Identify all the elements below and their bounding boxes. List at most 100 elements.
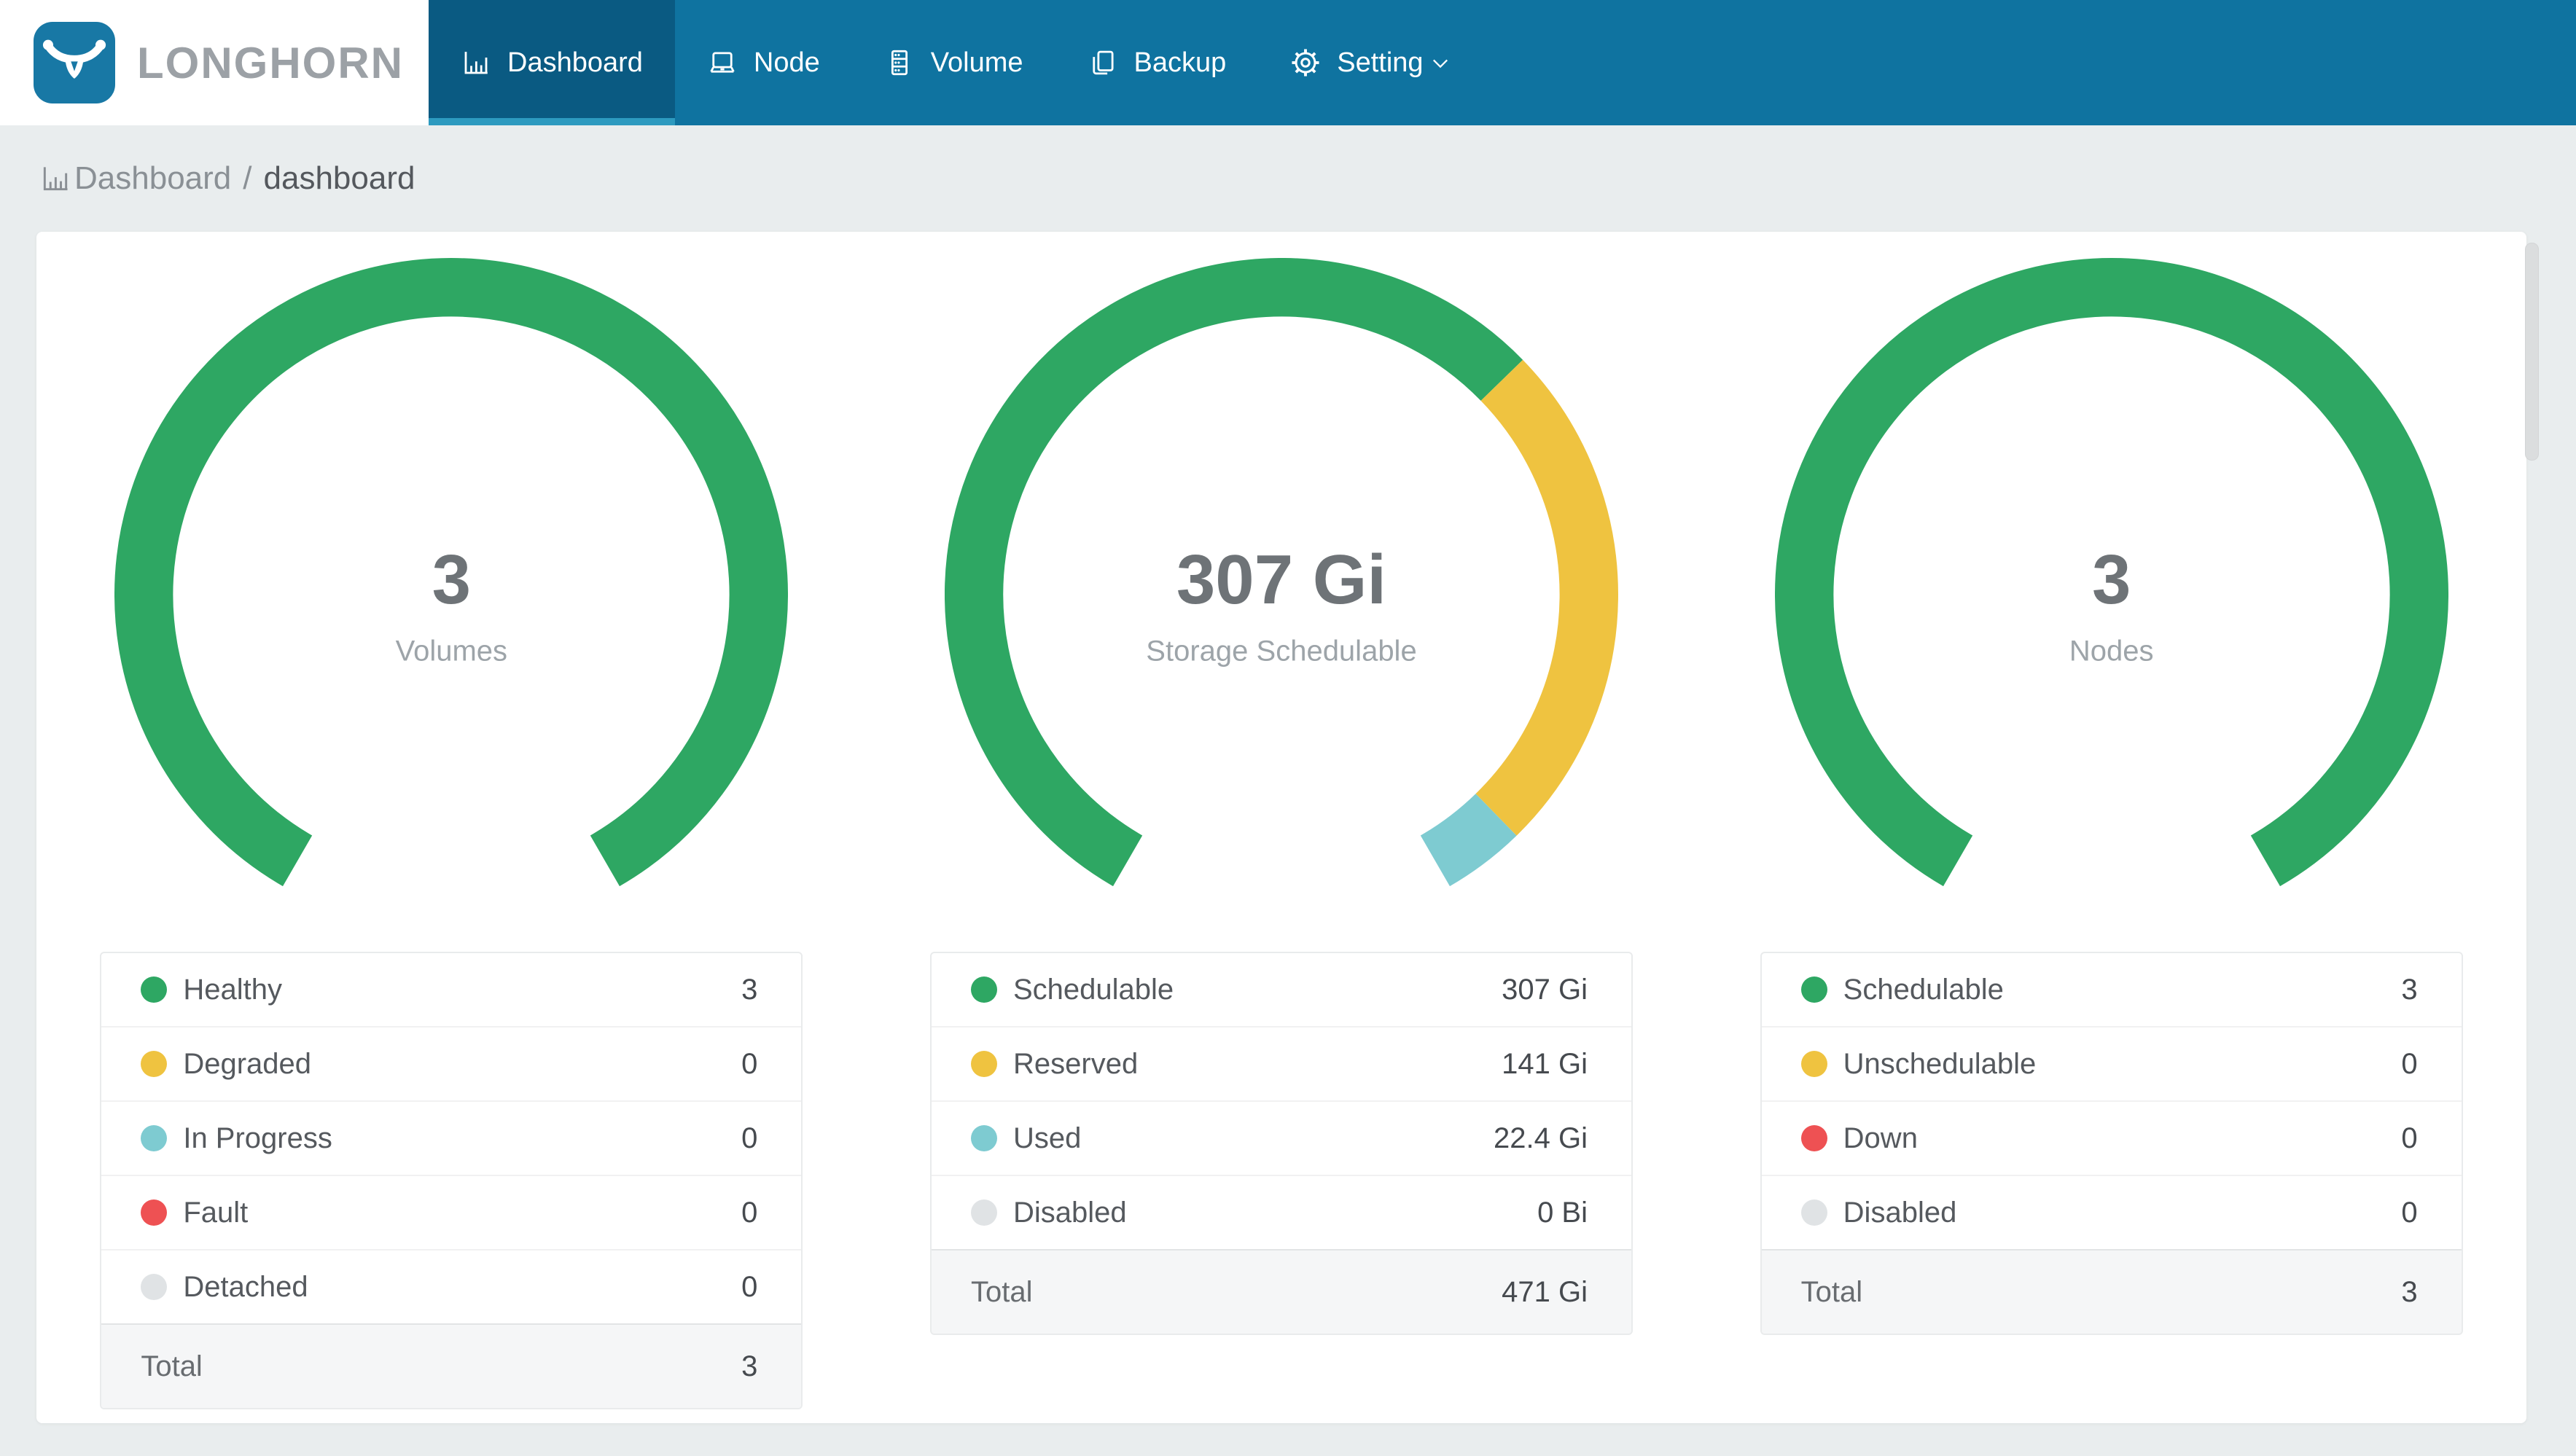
longhorn-logo[interactable]: LONGHORN [0,0,429,125]
nav-tab-backup[interactable]: Backup [1055,0,1259,125]
nav-tab-label: Dashboard [507,47,643,78]
longhorn-logo-icon [34,22,115,103]
nav-tab-setting[interactable]: Setting [1258,0,1484,125]
legend-label: Degraded [183,1047,312,1080]
legend-row: Disabled 0 [1761,1175,2462,1249]
legend-row: Used 22.4 Gi [932,1100,1631,1175]
breadcrumb-separator: / [243,160,252,196]
chevron-down-icon [1432,59,1448,69]
legend-value: 0 [2401,1047,2418,1080]
legend-dot [1800,1051,1827,1077]
donut-center-value: 3 [432,540,472,619]
gear-icon [1292,49,1319,77]
legend-value: 307 Gi [1502,973,1588,1006]
main-card: 3 Volumes Healthy 3 Degraded 0 In Progre… [36,232,2526,1423]
legend-dot [141,1051,168,1077]
donut-center-label: Nodes [2069,635,2154,668]
legend-row: Schedulable 3 [1762,953,2462,1026]
legend-row: Reserved 141 Gi [932,1026,1631,1100]
legend-value: 0 [2401,1196,2418,1229]
legend-total-row: Total 3 [1761,1249,2462,1334]
total-value: 3 [2401,1275,2418,1308]
legend-dot [1800,1125,1827,1151]
legend-table-storage: Schedulable 307 Gi Reserved 141 Gi Used … [930,952,1633,1335]
legend-value: 22.4 Gi [1494,1122,1588,1154]
legend-value: 0 [741,1270,758,1303]
legend-label: Disabled [1013,1196,1127,1229]
legend-row: Detached 0 [101,1249,802,1323]
nav-tab-label: Volume [930,47,1023,78]
legend-dot [971,1051,997,1077]
nav-tab-label: Setting [1337,47,1424,78]
server-icon [891,50,908,76]
storage-column: 307 Gi Storage Schedulable Schedulable 3… [867,232,1697,1423]
legend-row: Down 0 [1761,1100,2462,1175]
donut-chart-volumes: 3 Volumes [114,258,789,931]
total-label: Total [141,1350,203,1382]
legend-label: Healthy [183,973,282,1006]
legend-value: 0 [741,1196,758,1229]
legend-label: Unschedulable [1843,1047,2037,1080]
legend-value: 141 Gi [1502,1047,1588,1080]
legend-label: Schedulable [1013,973,1174,1006]
brand-name: LONGHORN [137,38,404,87]
breadcrumb-current: dashboard [263,160,415,196]
legend-dot [141,976,168,1003]
legend-label: Used [1013,1122,1082,1154]
legend-dot [971,976,997,1003]
main-nav: Dashboard Node Volume Backup Setting [429,0,2576,125]
donut-center-label: Volumes [395,635,508,668]
legend-dot [971,1125,997,1151]
legend-total-row: Total 471 Gi [932,1249,1631,1334]
legend-row: In Progress 0 [101,1100,802,1175]
bar-chart-icon [43,167,68,191]
legend-dot [1800,1199,1827,1226]
breadcrumb-root[interactable]: Dashboard [74,160,231,197]
legend-total-row: Total 3 [101,1323,802,1408]
donut-chart-nodes: 3 Nodes [1774,258,2448,931]
nodes-column: 3 Nodes Schedulable 3 Unschedulable 0 Do… [1696,232,2526,1423]
total-value: 3 [741,1350,758,1382]
legend-value: 3 [2401,973,2418,1006]
legend-dot [141,1125,168,1151]
laptop-icon [710,52,735,73]
legend-table-nodes: Schedulable 3 Unschedulable 0 Down 0 Dis… [1760,952,2463,1335]
nav-tab-node[interactable]: Node [675,0,852,125]
nav-tab-label: Backup [1133,47,1227,78]
legend-label: Disabled [1843,1196,1957,1229]
donut-center-label: Storage Schedulable [1146,635,1417,668]
legend-dot [1800,976,1827,1003]
top-nav-bar: LONGHORN Dashboard Node Volume Backup Se… [0,0,2576,125]
donut-center-value: 3 [2091,540,2131,619]
legend-value: 0 [2401,1122,2418,1154]
total-label: Total [1800,1275,1863,1308]
donut-chart-storage: 307 Gi Storage Schedulable [945,258,1618,931]
legend-value: 0 [741,1047,758,1080]
legend-label: In Progress [183,1122,332,1154]
nav-tab-volume[interactable]: Volume [852,0,1055,125]
legend-dot [971,1199,997,1226]
nav-tab-dashboard[interactable]: Dashboard [429,0,675,125]
legend-label: Reserved [1013,1047,1139,1080]
legend-row: Degraded 0 [101,1026,802,1100]
legend-label: Schedulable [1843,973,2004,1006]
legend-dot [141,1199,168,1226]
legend-label: Fault [183,1196,249,1229]
legend-dot [141,1274,168,1300]
legend-table-volumes: Healthy 3 Degraded 0 In Progress 0 Fault… [100,952,803,1409]
legend-value: 0 [741,1122,758,1154]
legend-value: 0 Bi [1537,1196,1588,1229]
total-label: Total [971,1275,1033,1308]
copy-icon [1092,50,1114,75]
bar-chart-icon [464,52,488,74]
scrollbar-thumb[interactable] [2525,243,2539,461]
legend-row: Schedulable 307 Gi [932,953,1631,1026]
legend-row: Unschedulable 0 [1761,1026,2462,1100]
breadcrumb: Dashboard / dashboard [0,125,2576,232]
legend-row: Healthy 3 [101,953,801,1026]
legend-value: 3 [741,973,758,1006]
legend-label: Down [1843,1122,1918,1154]
donut-center-value: 307 Gi [1176,540,1387,619]
legend-row: Disabled 0 Bi [932,1175,1631,1249]
active-tab-indicator [429,118,675,125]
